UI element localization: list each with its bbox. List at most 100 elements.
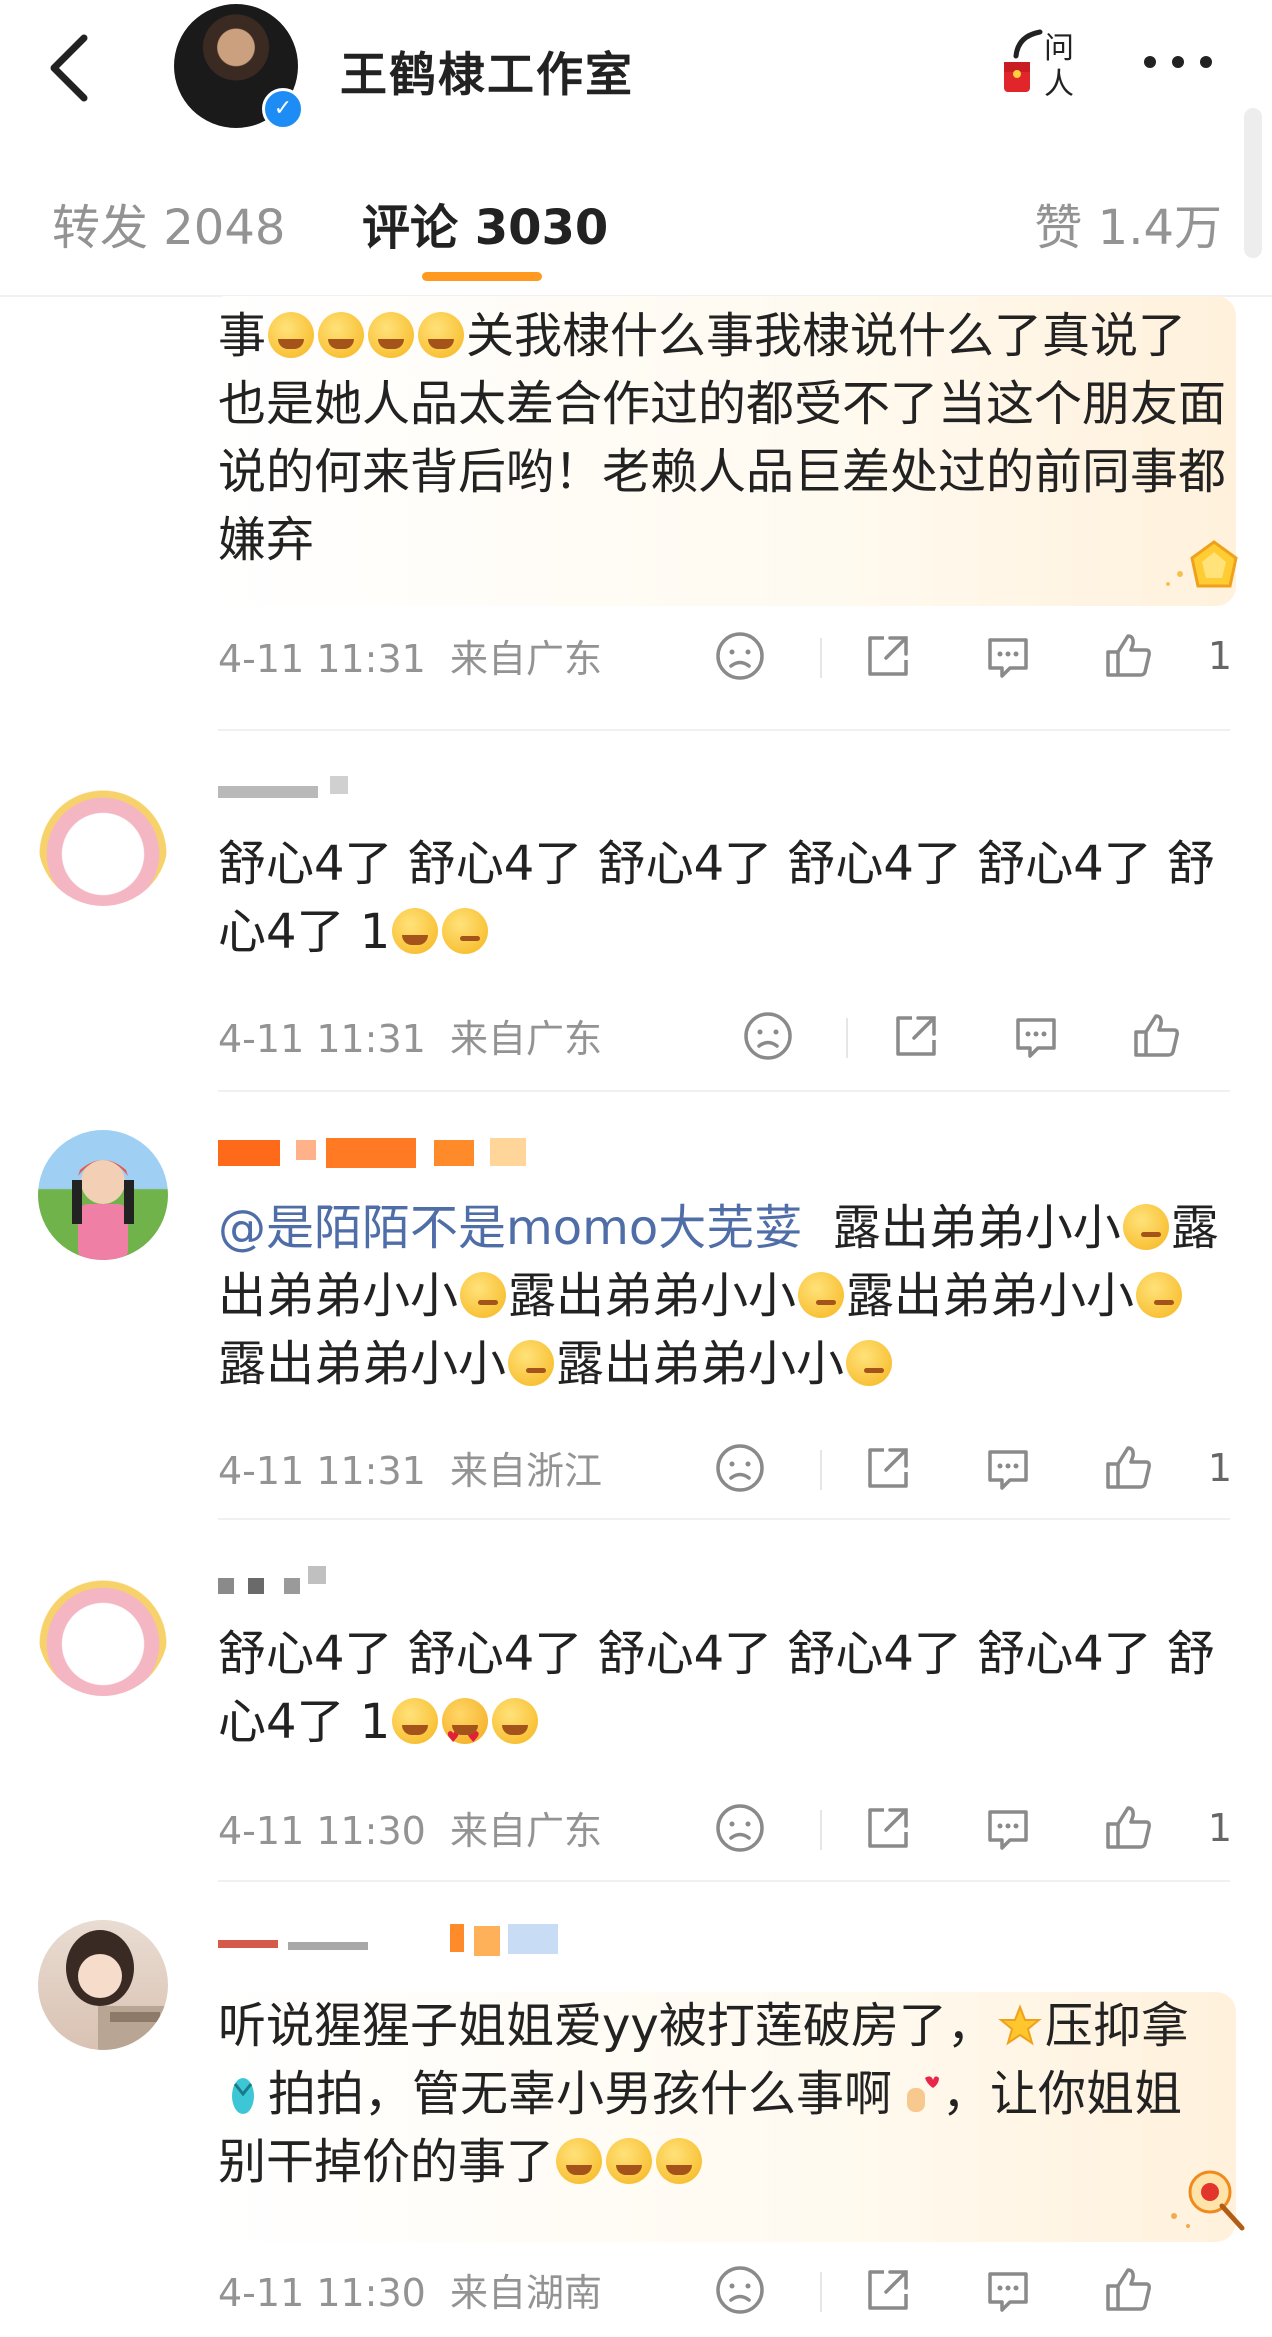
commenter-avatar[interactable] (38, 1130, 168, 1260)
reply-icon[interactable] (980, 1440, 1036, 1496)
smirk-emoji-icon (508, 1340, 555, 1386)
grin-emoji-icon (492, 1698, 539, 1744)
action-separator (820, 638, 822, 678)
laugh-cry-emoji-icon (318, 312, 365, 358)
comment-divider (218, 1518, 1230, 1520)
lollipop-badge-icon (1171, 2170, 1245, 2231)
action-separator (820, 1810, 822, 1850)
smirk-emoji-icon (846, 1340, 893, 1386)
smirk-emoji-icon (1136, 1272, 1183, 1318)
like-thumb-icon[interactable] (1128, 1008, 1184, 1064)
comment-actions: 1 (712, 1800, 1232, 1860)
commenter-avatar[interactable] (38, 1920, 168, 2050)
smirk-emoji-icon (798, 1272, 845, 1318)
comment-text: 听说猩猩子姐姐爱yy被打莲破房了， 压抑拿拍拍，管无辜小男孩什么事啊 ，让你姐姐别干… (218, 1998, 1189, 2190)
tab-like[interactable]: 赞 1.4万 (1034, 188, 1222, 258)
share-icon[interactable] (860, 1440, 916, 1496)
grin-emoji-icon (606, 2138, 653, 2184)
tab-bar: 转发 2048 评论 3030 赞 1.4万 (0, 140, 1272, 297)
dislike-face-icon[interactable] (712, 2262, 768, 2318)
reply-icon[interactable] (980, 1800, 1036, 1856)
like-thumb-icon[interactable] (1100, 1440, 1156, 1496)
account-title[interactable]: 王鹤棣工作室 (340, 36, 634, 105)
more-options-icon[interactable] (1140, 50, 1220, 74)
comment-time: 4-11 11:31 (218, 637, 426, 681)
ask-person-icon[interactable]: 问 人 (1000, 22, 1090, 102)
tab-repost[interactable]: 转发 2048 (52, 188, 285, 258)
smirk-emoji-icon (460, 1272, 507, 1318)
comment-actions: 1 (712, 1440, 1232, 1500)
dislike-face-icon[interactable] (712, 1440, 768, 1496)
comment-divider (218, 1880, 1230, 1882)
comment-meta: 4-11 11:31 来自广东 (218, 628, 602, 683)
comment-item: 舒心4了 舒心4了 舒心4了 舒心4了 舒心4了 舒心4了 1 4-11 11:… (0, 760, 1272, 1090)
comment-meta: 4-11 11:31 来自浙江 (218, 1440, 602, 1495)
thinking-emoji-icon (442, 908, 489, 954)
comment-location: 来自广东 (450, 1809, 603, 1853)
comment-item: 听说猩猩子姐姐爱yy被打莲破房了， 压抑拿拍拍，管无辜小男孩什么事啊 ，让你姐姐别干… (0, 1900, 1272, 2337)
share-icon[interactable] (860, 628, 916, 684)
comment-divider (218, 1090, 1230, 1092)
comment-time: 4-11 11:31 (218, 1449, 426, 1493)
comment-meta: 4-11 11:30 来自湖南 (218, 2262, 602, 2317)
comment-location: 来自广东 (450, 1017, 603, 1061)
scrollbar[interactable] (1244, 108, 1262, 258)
comment-actions (712, 1008, 1232, 1068)
smirk-emoji-icon (1122, 1204, 1169, 1250)
comment-item: 舒心4了 舒心4了 舒心4了 舒心4了 舒心4了 舒心4了 1 4-11 11:… (0, 1550, 1272, 1880)
back-arrow-icon[interactable] (40, 28, 100, 108)
comment-divider (218, 729, 1230, 731)
star-emoji-icon (998, 2004, 1042, 2046)
action-separator (846, 1018, 848, 1058)
svg-text:人: 人 (1044, 67, 1074, 102)
like-count: 1 (1207, 1446, 1232, 1490)
heart-eyes-emoji-icon (442, 1698, 489, 1771)
hug-emoji-icon (556, 2138, 603, 2184)
comment-item: @是陌陌不是momo大芜荽 露出弟弟小小 露出弟弟小小 露出弟弟小小 露出弟弟小小露出… (0, 1110, 1272, 1520)
comment-location: 来自湖南 (450, 2271, 603, 2315)
comment-text: @是陌陌不是momo大芜荽 露出弟弟小小 露出弟弟小小 露出弟弟小小 露出弟弟小小露出… (218, 1200, 1219, 1392)
action-separator (820, 2272, 822, 2312)
tab-comment[interactable]: 评论 3030 (362, 188, 608, 258)
like-thumb-icon[interactable] (1100, 2262, 1156, 2318)
reply-icon[interactable] (1008, 1008, 1064, 1064)
share-icon[interactable] (888, 1008, 944, 1064)
grin-emoji-icon (392, 908, 439, 954)
comment-actions (712, 2262, 1232, 2322)
blurred-username[interactable] (218, 1132, 618, 1172)
commenter-avatar[interactable] (38, 1566, 168, 1696)
action-separator (820, 1450, 822, 1490)
blurred-username[interactable] (218, 1562, 358, 1602)
comment-meta: 4-11 11:31 来自广东 (218, 1008, 602, 1063)
laugh-cry-emoji-icon (418, 312, 465, 358)
laugh-cry-emoji-icon (368, 312, 415, 358)
mention-link[interactable]: @是陌陌不是momo大芜荽 (218, 1200, 802, 1256)
blurred-username[interactable] (218, 1920, 598, 1960)
comment-text: 舒心4了 舒心4了 舒心4了 舒心4了 舒心4了 舒心4了 1 (218, 836, 1215, 960)
dislike-face-icon[interactable] (740, 1008, 796, 1064)
comment-text: 舒心4了 舒心4了 舒心4了 舒心4了 舒心4了 舒心4了 1 (218, 1620, 1228, 1771)
svg-text:问: 问 (1044, 31, 1074, 66)
blurred-username[interactable] (218, 768, 358, 808)
comment-time: 4-11 11:31 (218, 1017, 426, 1061)
dislike-face-icon[interactable] (712, 628, 768, 684)
reply-icon[interactable] (980, 628, 1036, 684)
comment-time: 4-11 11:30 (218, 1809, 426, 1853)
commenter-avatar[interactable] (38, 776, 168, 906)
like-count: 1 (1207, 1806, 1232, 1850)
comment-item: 事关我棣什么事我棣说什么了真说了也是她人品太差合作过的都受不了当这个朋友面说的何… (0, 296, 1272, 726)
like-count: 1 (1207, 634, 1232, 678)
reply-icon[interactable] (980, 2262, 1036, 2318)
comment-text: 事关我棣什么事我棣说什么了真说了也是她人品太差合作过的都受不了当这个朋友面说的何… (218, 308, 1227, 568)
share-icon[interactable] (860, 1800, 916, 1856)
grin-emoji-icon (392, 1698, 439, 1744)
like-thumb-icon[interactable] (1100, 628, 1156, 684)
dislike-face-icon[interactable] (712, 1800, 768, 1856)
share-icon[interactable] (860, 2262, 916, 2318)
comment-location: 来自浙江 (450, 1449, 603, 1493)
top-bar: ✓ 王鹤棣工作室 问 人 (0, 0, 1272, 141)
comment-location: 来自广东 (450, 637, 603, 681)
like-thumb-icon[interactable] (1100, 1800, 1156, 1856)
comment-time: 4-11 11:30 (218, 2271, 426, 2315)
grin-emoji-icon (656, 2138, 703, 2184)
